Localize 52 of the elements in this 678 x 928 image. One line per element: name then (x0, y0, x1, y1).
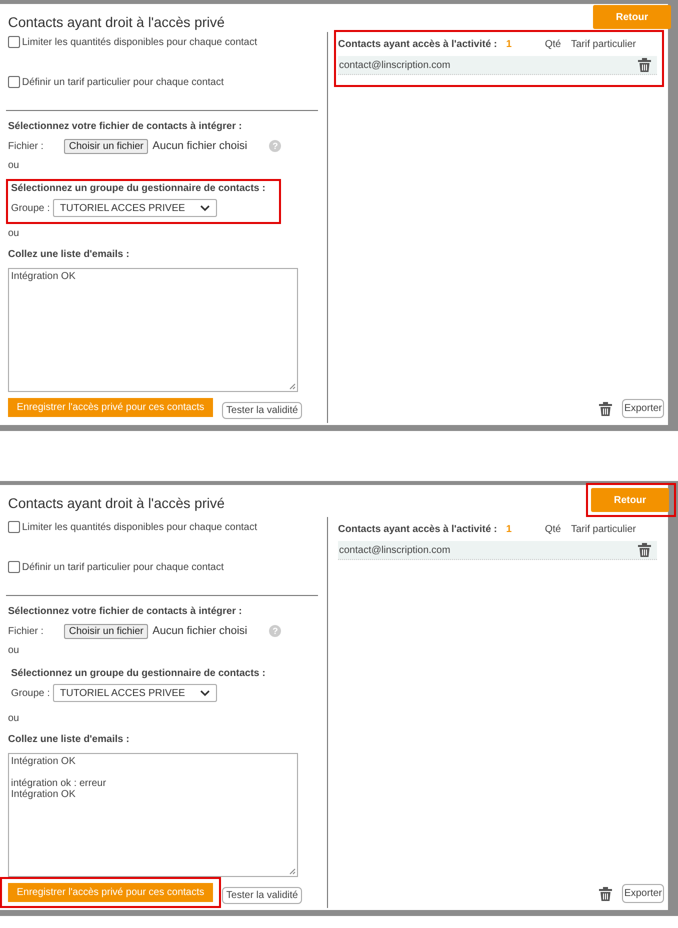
group-dropdown[interactable]: TUTORIEL ACCES PRIVEE (53, 684, 217, 702)
export-button[interactable]: Exporter (622, 399, 664, 418)
resize-grip-icon[interactable] (289, 868, 296, 875)
dialog-title: Contacts ayant droit à l'accès privé (8, 14, 225, 30)
section-heading: Collez une liste d'emails : (8, 734, 130, 745)
file-status: Aucun fichier choisi (152, 625, 248, 637)
section-heading: Sélectionnez un groupe du gestionnaire de contacts : (11, 668, 266, 679)
contact-count: 1 (506, 38, 512, 50)
section-heading: Collez une liste d'emails : (8, 249, 130, 260)
trash-icon[interactable] (638, 58, 651, 72)
file-status: Aucun fichier choisi (152, 140, 248, 152)
panel-heading: Contacts ayant accès à l'activité : (338, 524, 498, 534)
choose-file-button[interactable]: Choisir un fichier (64, 138, 148, 154)
or-separator: ou (8, 160, 20, 171)
email-list-field[interactable]: Intégration OK intégration ok : erreur Intégration OK (8, 753, 298, 877)
panel-heading: Contacts ayant accès à l'activité : (338, 38, 498, 50)
dialog-title: Contacts ayant droit à l'accès privé (8, 495, 225, 511)
or-separator: ou (8, 713, 20, 724)
column-header: Tarif particulier (570, 524, 636, 534)
column-header: Tarif particulier (570, 38, 636, 50)
caret-icon (200, 690, 210, 696)
checkbox-label: Définir un tarif particulier pour chaque contact (22, 562, 224, 572)
or-separator: ou (8, 645, 20, 656)
checkbox-label: Définir un tarif particulier pour chaque contact (22, 76, 224, 88)
group-dropdown[interactable]: TUTORIEL ACCES PRIVEE (53, 199, 217, 217)
section-heading: Sélectionnez votre fichier de contacts à intégrer : (8, 121, 243, 132)
checkbox[interactable] (8, 561, 20, 573)
contact-email: contact@linscription.com (339, 60, 450, 70)
checkbox[interactable] (8, 36, 20, 48)
trash-icon[interactable] (599, 402, 612, 416)
contact-count: 1 (506, 524, 512, 534)
resize-grip-icon[interactable] (289, 383, 296, 390)
column-header: Qté (544, 38, 561, 50)
field-label: Fichier : (8, 140, 45, 152)
section-heading: Sélectionnez votre fichier de contacts à intégrer : (8, 606, 243, 617)
field-label: Fichier : (8, 626, 45, 636)
test-button[interactable]: Tester la validité (222, 887, 302, 904)
contact-email: contact@linscription.com (339, 544, 450, 556)
section-heading: Sélectionnez un groupe du gestionnaire de contacts : (11, 183, 266, 194)
checkbox-label: Limiter les quantités disponibles pour chaque contact (22, 36, 258, 48)
column-header: Qté (544, 524, 561, 534)
checkbox-label: Limiter les quantités disponibles pour chaque contact (22, 522, 258, 532)
choose-file-button[interactable]: Choisir un fichier (64, 624, 148, 638)
caret-icon (200, 204, 210, 212)
trash-icon[interactable] (599, 886, 612, 900)
export-button[interactable]: Exporter (622, 884, 664, 903)
or-separator: ou (8, 228, 20, 239)
email-list-field[interactable]: Intégration OK (8, 268, 298, 392)
test-button[interactable]: Tester la validité (222, 402, 302, 419)
checkbox[interactable] (8, 521, 20, 533)
trash-icon[interactable] (638, 543, 651, 557)
checkbox[interactable] (8, 76, 20, 88)
